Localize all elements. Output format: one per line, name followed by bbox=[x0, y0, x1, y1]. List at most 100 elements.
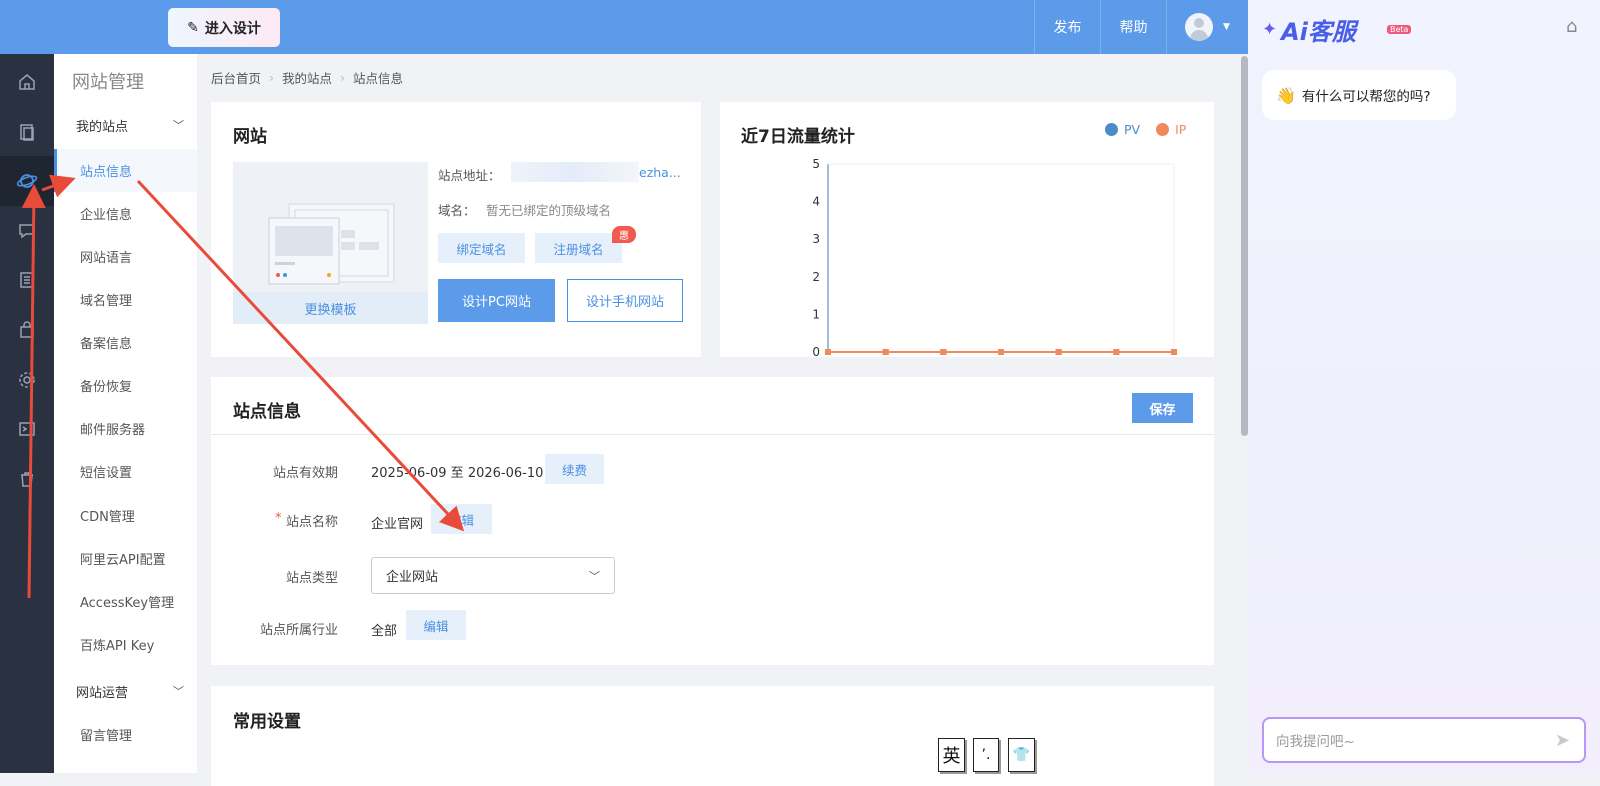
edit-name-button[interactable]: 编辑 bbox=[431, 504, 492, 534]
common-settings-title: 常用设置 bbox=[233, 712, 301, 732]
top-bar: ✎ 进入设计 发布 帮助 ▼ bbox=[0, 0, 1248, 54]
enter-design-button[interactable]: ✎ 进入设计 bbox=[168, 8, 280, 47]
sidebar-item-domain[interactable]: 域名管理 bbox=[54, 278, 197, 321]
ai-logo-text: Ai客服 bbox=[1281, 18, 1356, 46]
sidebar-item-sms[interactable]: 短信设置 bbox=[54, 450, 197, 493]
rail-trash[interactable] bbox=[0, 454, 54, 504]
sidebar-item-backup[interactable]: 备份恢复 bbox=[54, 364, 197, 407]
gift-icon[interactable]: ⌂ bbox=[1566, 16, 1577, 37]
breadcrumb-my-sites[interactable]: 我的站点 bbox=[282, 68, 332, 87]
sidebar-group-operation[interactable]: 网站运营 ﹀ bbox=[76, 679, 184, 703]
data-point-ip bbox=[1055, 349, 1062, 355]
send-icon[interactable]: ➤ bbox=[1555, 730, 1570, 751]
pages-icon bbox=[20, 124, 34, 141]
sidebar-item-mail-server[interactable]: 邮件服务器 bbox=[54, 407, 197, 450]
sidebar-item-icp[interactable]: 备案信息 bbox=[54, 321, 197, 364]
data-point-ip bbox=[825, 349, 831, 355]
edit-icon: ✎ bbox=[187, 19, 199, 36]
sidebar-item-label: 域名管理 bbox=[80, 294, 133, 309]
rail-messages[interactable] bbox=[0, 206, 54, 256]
rail-settings[interactable] bbox=[0, 355, 54, 405]
ai-greeting-bubble: 👋 有什么可以帮您的吗? bbox=[1262, 70, 1456, 120]
site-type-select[interactable]: 企业网站 ﹀ bbox=[371, 557, 615, 594]
y-tick-label: 0 bbox=[812, 345, 820, 357]
sidebar-item-aliyun-api[interactable]: 阿里云API配置 bbox=[54, 537, 197, 580]
sidebar-item-language[interactable]: 网站语言 bbox=[54, 235, 197, 278]
home-icon bbox=[19, 74, 35, 90]
chevron-down-icon: ﹀ bbox=[173, 119, 184, 132]
list-icon bbox=[20, 272, 34, 288]
breadcrumb-current: 站点信息 bbox=[353, 71, 404, 86]
save-button[interactable]: 保存 bbox=[1132, 393, 1193, 423]
publish-button[interactable]: 发布 bbox=[1034, 0, 1100, 54]
sidebar-item-site-info[interactable]: 站点信息 bbox=[54, 149, 197, 192]
discount-badge: 惠 bbox=[612, 226, 636, 243]
icon-rail bbox=[0, 54, 54, 773]
rail-home[interactable] bbox=[0, 57, 54, 107]
globe-icon bbox=[16, 174, 38, 188]
sidebar-title: 网站管理 bbox=[72, 72, 144, 93]
beta-badge: Beta bbox=[1387, 25, 1412, 34]
trash-icon bbox=[21, 472, 33, 487]
design-pc-button[interactable]: 设计PC网站 bbox=[438, 279, 555, 322]
help-button[interactable]: 帮助 bbox=[1100, 0, 1166, 54]
rail-terminal[interactable] bbox=[0, 404, 54, 454]
rail-shop[interactable] bbox=[0, 305, 54, 355]
sidebar-item-bailian-api[interactable]: 百炼API Key bbox=[54, 623, 197, 666]
rail-pages[interactable] bbox=[0, 107, 54, 157]
rail-list[interactable] bbox=[0, 255, 54, 305]
ime-skin-button[interactable]: 👕 bbox=[1008, 738, 1035, 772]
sidebar-item-accesskey[interactable]: AccessKey管理 bbox=[54, 580, 197, 623]
bind-domain-button[interactable]: 绑定域名 bbox=[438, 233, 525, 263]
ai-logo: ✦ Ai客服 Beta bbox=[1262, 12, 1412, 47]
ime-language-toggle[interactable]: 英 bbox=[938, 738, 965, 772]
plot-area bbox=[827, 163, 1175, 353]
design-mobile-button[interactable]: 设计手机网站 bbox=[567, 279, 683, 322]
site-address-label: 站点地址： bbox=[438, 168, 501, 183]
domain-value: 暂无已绑定的顶级域名 bbox=[486, 203, 612, 218]
sidebar-item-label: CDN管理 bbox=[80, 510, 135, 525]
site-info-title: 站点信息 bbox=[233, 402, 301, 422]
sidebar-item-label: 留言管理 bbox=[80, 729, 133, 744]
chevron-down-icon: ▼ bbox=[1223, 22, 1230, 32]
site-type-value: 企业网站 bbox=[386, 570, 439, 585]
chevron-right-icon: › bbox=[340, 70, 346, 85]
register-domain-button[interactable]: 注册域名 bbox=[535, 233, 622, 263]
edit-industry-button[interactable]: 编辑 bbox=[406, 610, 466, 640]
sidebar-item-label: 网站语言 bbox=[80, 251, 133, 266]
ime-punctuation-toggle[interactable]: ’. bbox=[973, 738, 999, 772]
site-card: 网站 更换模板 站点地址： ezha... 域名： 暂无已绑定的顶级域名 绑定域… bbox=[211, 102, 701, 357]
common-settings-card: 常用设置 bbox=[211, 686, 1214, 786]
sidebar-item-label: AccessKey管理 bbox=[80, 596, 175, 611]
sidebar-item-label: 百炼API Key bbox=[80, 639, 155, 654]
y-tick-label: 1 bbox=[812, 307, 820, 321]
y-tick-label: 4 bbox=[812, 195, 820, 209]
site-address-link[interactable]: ezha... bbox=[639, 165, 681, 180]
breadcrumb: 后台首页 › 我的站点 › 站点信息 bbox=[211, 68, 403, 87]
validity-value: 2025-06-09 至 2026-06-10 bbox=[371, 466, 544, 481]
sidebar-item-cdn[interactable]: CDN管理 bbox=[54, 494, 197, 537]
scrollbar-thumb[interactable] bbox=[1241, 56, 1248, 436]
renew-button[interactable]: 续费 bbox=[545, 454, 604, 484]
site-name-value: 企业官网 bbox=[371, 517, 424, 532]
shirt-icon: 👕 bbox=[1012, 747, 1031, 763]
help-label: 帮助 bbox=[1119, 20, 1148, 36]
data-point-ip bbox=[882, 349, 889, 355]
sidebar-item-messages[interactable]: 留言管理 bbox=[54, 713, 197, 756]
user-menu[interactable]: ▼ bbox=[1166, 0, 1248, 54]
domain-label: 域名： bbox=[438, 203, 476, 218]
industry-label: 站点所属行业 bbox=[259, 623, 338, 638]
breadcrumb-home[interactable]: 后台首页 bbox=[211, 68, 261, 87]
sidebar-item-company-info[interactable]: 企业信息 bbox=[54, 192, 197, 235]
rail-sites[interactable] bbox=[0, 156, 54, 206]
template-preview-icon bbox=[268, 203, 395, 285]
change-template-button[interactable]: 更换模板 bbox=[233, 292, 428, 324]
validity-label: 站点有效期 bbox=[272, 466, 338, 481]
bag-icon bbox=[20, 321, 34, 338]
ai-chat-input[interactable]: 向我提问吧~ ➤ bbox=[1262, 717, 1586, 763]
sidebar-group-my-sites[interactable]: 我的站点 ﹀ bbox=[76, 113, 184, 137]
address-redacted bbox=[511, 162, 639, 182]
template-thumbnail[interactable]: 更换模板 bbox=[233, 162, 428, 324]
y-tick-label: 2 bbox=[812, 270, 820, 284]
data-point-ip bbox=[1171, 349, 1177, 355]
